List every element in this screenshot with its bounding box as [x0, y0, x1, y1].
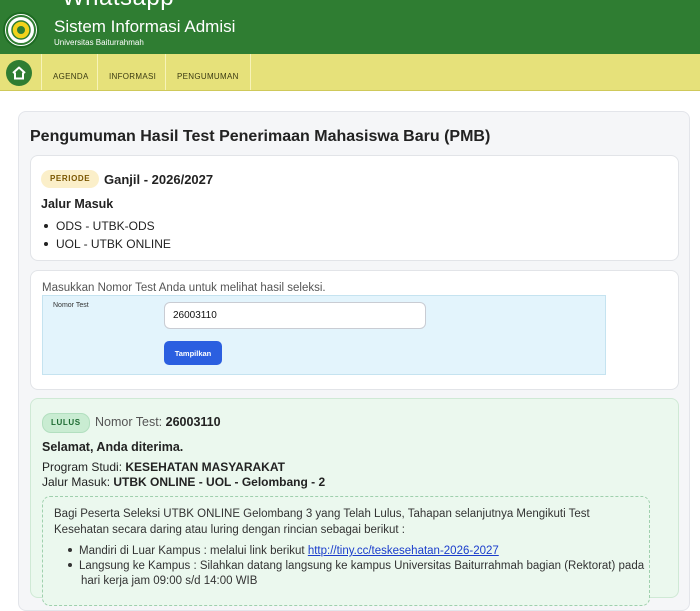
periode-value: Ganjil - 2026/2027: [104, 172, 214, 187]
test-kesehatan-link[interactable]: http://tiny.cc/teskesehatan-2026-2027: [308, 545, 499, 557]
program-studi-label: Program Studi:: [42, 460, 123, 474]
home-button[interactable]: [6, 60, 32, 86]
jalur-masuk-title: Jalur Masuk: [41, 197, 114, 211]
window-title-partial: Whatsapp: [62, 0, 174, 12]
nomor-test-result: Nomor Test: 26003110: [95, 415, 221, 429]
nav-bar: AGENDA INFORMASI PENGUMUMAN: [0, 54, 700, 91]
jalur-masuk-line: Jalur Masuk: UTBK ONLINE - UOL - Gelomba…: [42, 475, 325, 489]
bullet-continuation: hari kerja jam 09:00 s/d 14:00 WIB: [81, 575, 258, 587]
nomor-test-result-label: Nomor Test:: [95, 415, 163, 429]
list-item: Mandiri di Luar Kampus : melalui link be…: [68, 543, 499, 559]
notice-text: Bagi Peserta Seleksi UTBK ONLINE Gelomba…: [54, 508, 590, 536]
nav-item-pengumuman[interactable]: PENGUMUMAN: [165, 54, 251, 90]
list-item: UOL - UTBK ONLINE: [41, 237, 171, 251]
periode-badge: PERIODE: [41, 170, 100, 188]
tampilkan-button[interactable]: Tampilkan: [164, 341, 222, 365]
app-header: Whatsapp Sistem Informasi Admisi Univers…: [0, 0, 700, 54]
page-title: Pengumuman Hasil Test Penerimaan Mahasis…: [30, 128, 491, 145]
program-studi-line: Program Studi: KESEHATAN MASYARAKAT: [42, 460, 285, 474]
home-icon: [12, 66, 26, 80]
jalur-masuk-label: Jalur Masuk:: [42, 475, 111, 489]
program-studi-value: KESEHATAN MASYARAKAT: [125, 460, 285, 474]
university-logo-icon: [3, 12, 39, 48]
jalur-masuk-value: UTBK ONLINE - UOL - Gelombang - 2: [113, 475, 326, 489]
nomor-test-label: Nomor Test: [53, 302, 89, 309]
nav-item-informasi[interactable]: INFORMASI: [97, 54, 167, 90]
jalur-item-label: ODS - UTBK-ODS: [56, 219, 155, 233]
nomor-test-input[interactable]: [164, 302, 426, 329]
nav-item-agenda[interactable]: AGENDA: [41, 54, 100, 90]
congratulation-text: Selamat, Anda diterima.: [42, 440, 184, 454]
jalur-item-label: UOL - UTBK ONLINE: [56, 237, 171, 251]
bullet-text: Langsung ke Kampus : Silahkan datang lan…: [79, 560, 645, 572]
app-subtitle: Universitas Baiturrahmah: [54, 38, 144, 47]
nomor-test-result-value: 26003110: [165, 415, 221, 429]
search-hint: Masukkan Nomor Test Anda untuk melihat h…: [42, 282, 326, 294]
status-badge: LULUS: [42, 413, 90, 433]
app-title: Sistem Informasi Admisi: [54, 17, 236, 36]
list-item: Langsung ke Kampus : Silahkan datang lan…: [68, 558, 644, 574]
list-item: ODS - UTBK-ODS: [41, 219, 155, 233]
bullet-text: Mandiri di Luar Kampus : melalui link be…: [79, 545, 305, 557]
